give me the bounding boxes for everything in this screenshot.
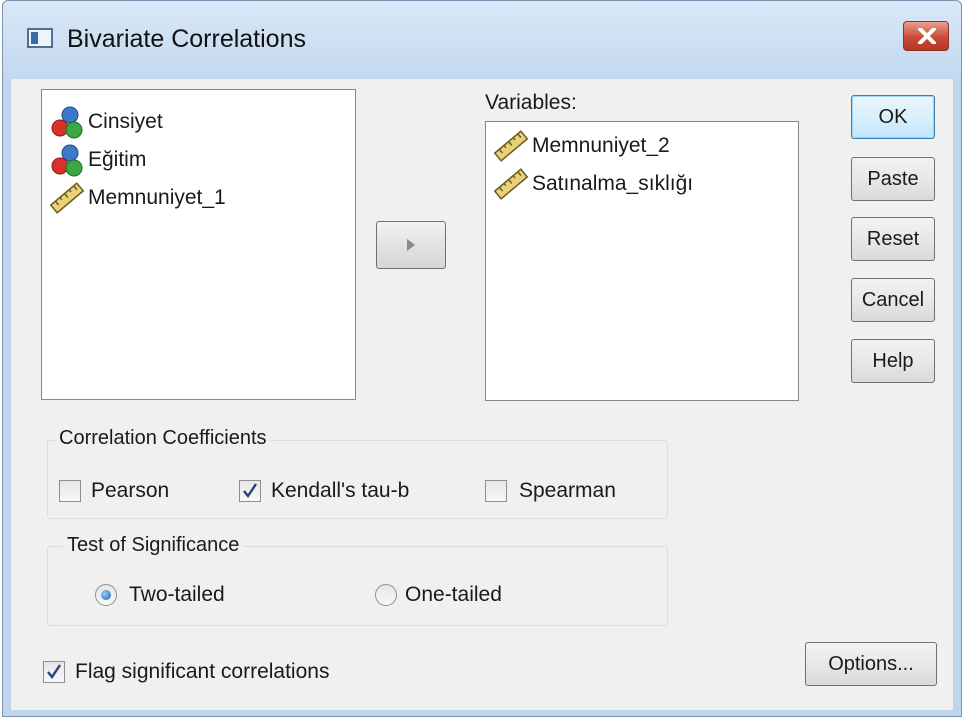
bivariate-correlations-dialog: Bivariate Correlations Cinsiyet Eğitim M… bbox=[2, 0, 962, 717]
list-item[interactable]: Memnuniyet_1 bbox=[48, 180, 226, 216]
variable-label: Memnuniyet_2 bbox=[532, 134, 670, 157]
list-item[interactable]: Memnuniyet_2 bbox=[492, 128, 670, 164]
ok-button[interactable]: OK bbox=[851, 95, 935, 139]
close-icon bbox=[918, 28, 936, 44]
list-item[interactable]: Cinsiyet bbox=[48, 104, 163, 140]
two-tailed-radio[interactable] bbox=[95, 584, 117, 606]
variable-label: Eğitim bbox=[88, 148, 147, 171]
flag-significant-checkbox[interactable] bbox=[43, 661, 65, 683]
correlation-coefficients-title: Correlation Coefficients bbox=[55, 427, 271, 450]
app-icon bbox=[27, 28, 53, 48]
help-button[interactable]: Help bbox=[851, 339, 935, 383]
dialog-content: Cinsiyet Eğitim Memnuniyet_1 Variables: … bbox=[11, 79, 953, 710]
nominal-variable-icon bbox=[51, 106, 83, 139]
source-variable-list[interactable]: Cinsiyet Eğitim Memnuniyet_1 bbox=[41, 89, 356, 400]
one-tailed-label: One-tailed bbox=[405, 583, 502, 606]
scale-variable-icon bbox=[49, 182, 85, 214]
list-item[interactable]: Satınalma_sıklığı bbox=[492, 166, 693, 202]
selected-variables-list[interactable]: Memnuniyet_2 Satınalma_sıklığı bbox=[485, 121, 799, 401]
close-button[interactable] bbox=[903, 21, 949, 51]
nominal-variable-icon bbox=[51, 144, 83, 177]
options-button[interactable]: Options... bbox=[805, 642, 937, 686]
test-of-significance-title: Test of Significance bbox=[63, 534, 244, 557]
flag-significant-label: Flag significant correlations bbox=[75, 660, 330, 683]
spearman-label: Spearman bbox=[519, 479, 616, 502]
pearson-checkbox[interactable] bbox=[59, 480, 81, 502]
variable-label: Memnuniyet_1 bbox=[88, 186, 226, 209]
checkmark-icon bbox=[243, 483, 257, 499]
paste-button[interactable]: Paste bbox=[851, 157, 935, 201]
checkmark-icon bbox=[47, 664, 61, 680]
one-tailed-radio[interactable] bbox=[375, 584, 397, 606]
variable-label: Cinsiyet bbox=[88, 110, 163, 133]
list-item[interactable]: Eğitim bbox=[48, 142, 146, 178]
window-title: Bivariate Correlations bbox=[67, 25, 306, 53]
kendall-label: Kendall's tau-b bbox=[271, 479, 410, 502]
cancel-button[interactable]: Cancel bbox=[851, 278, 935, 322]
scale-variable-icon bbox=[493, 168, 529, 200]
kendall-checkbox[interactable] bbox=[239, 480, 261, 502]
scale-variable-icon bbox=[493, 130, 529, 162]
reset-button[interactable]: Reset bbox=[851, 217, 935, 261]
move-variable-button[interactable] bbox=[376, 221, 446, 269]
pearson-label: Pearson bbox=[91, 479, 170, 502]
variables-label: Variables: bbox=[485, 91, 577, 114]
variable-label: Satınalma_sıklığı bbox=[532, 172, 694, 195]
two-tailed-label: Two-tailed bbox=[129, 583, 225, 606]
arrow-right-icon bbox=[407, 239, 415, 251]
title-bar[interactable]: Bivariate Correlations bbox=[3, 1, 961, 79]
spearman-checkbox[interactable] bbox=[485, 480, 507, 502]
